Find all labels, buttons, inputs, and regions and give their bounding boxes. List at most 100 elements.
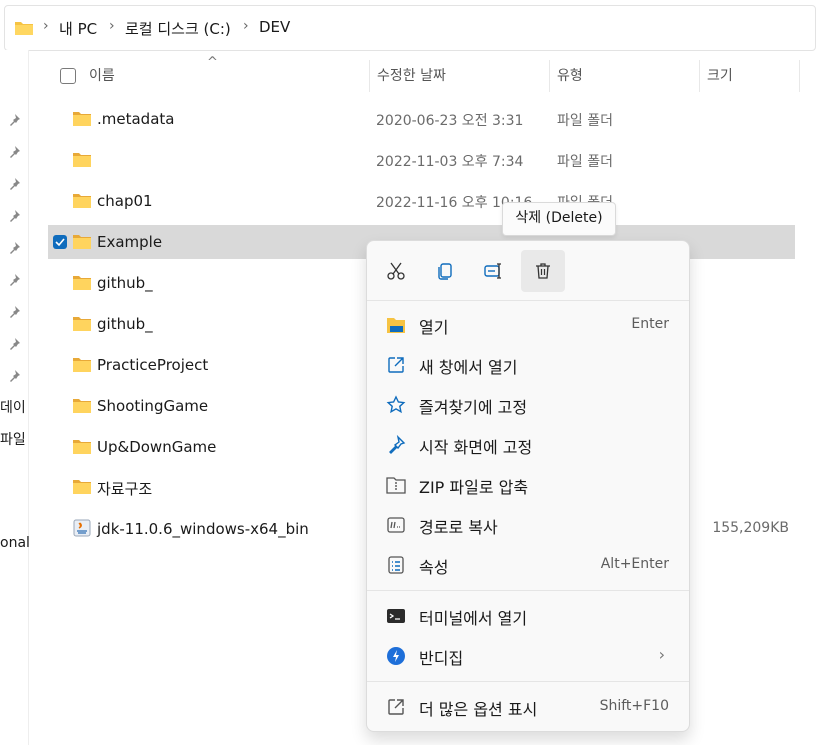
menu-divider (367, 590, 689, 591)
breadcrumb-local-disk[interactable]: 로컬 디스크 (C:) (125, 18, 231, 39)
column-divider[interactable] (369, 60, 370, 92)
menu-divider (367, 681, 689, 682)
column-header-type[interactable]: 유형 (557, 60, 583, 92)
menu-item-open-terminal[interactable]: 터미널에서 열기 (371, 596, 685, 634)
file-name: 자료구조 (97, 480, 153, 498)
file-date: 2022-11-03 오후 7:34 (376, 154, 524, 170)
nav-item-label[interactable]: 데이 (0, 397, 26, 417)
star-icon (386, 395, 406, 414)
terminal-icon (387, 609, 405, 623)
folder-icon (15, 22, 33, 35)
pin-icon (10, 178, 20, 190)
file-name: Up&DownGame (97, 438, 217, 456)
menu-item-pin-start[interactable]: 시작 화면에 고정 (371, 425, 685, 463)
pin-icon (10, 338, 20, 350)
external-link-icon (388, 357, 404, 373)
file-name: jdk-11.0.6_windows-x64_bin (97, 520, 309, 538)
menu-item-label: 터미널에서 열기 (419, 609, 528, 628)
bandizip-icon (387, 647, 405, 665)
breadcrumb-this-pc[interactable]: 내 PC (59, 18, 97, 39)
rename-button[interactable] (472, 250, 516, 292)
breadcrumb-dev[interactable]: DEV (259, 18, 290, 36)
folder-icon (73, 480, 91, 494)
folder-icon (73, 317, 91, 331)
delete-tooltip: 삭제 (Delete) (502, 202, 616, 236)
folder-open-icon (387, 318, 405, 333)
folder-icon (73, 194, 91, 208)
menu-item-label: 시작 화면에 고정 (419, 438, 533, 457)
cut-button[interactable] (374, 250, 418, 292)
file-name: chap01 (97, 192, 153, 210)
delete-button[interactable] (521, 250, 565, 292)
pin-icon (10, 370, 20, 382)
menu-item-label: 즐겨찾기에 고정 (419, 398, 528, 417)
breadcrumb-separator: › (43, 18, 49, 34)
menu-item-shortcut: Alt+Enter (600, 556, 669, 572)
pin-icon (10, 274, 20, 286)
menu-item-copy-path[interactable]: 경로로 복사 (371, 505, 685, 543)
file-date: 2020-06-23 오전 3:31 (376, 113, 524, 129)
column-header-name[interactable]: 이름 (89, 60, 115, 92)
menu-item-label: 속성 (419, 558, 449, 577)
menu-item-open-new-window[interactable]: 새 창에서 열기 (371, 345, 685, 383)
menu-item-zip[interactable]: ZIP 파일로 압축 (371, 465, 685, 503)
file-row[interactable]: .metadata 2020-06-23 오전 3:31 파일 폴더 (48, 102, 795, 136)
menu-item-open[interactable]: 열기 Enter (371, 305, 685, 343)
menu-item-label: 반디집 (419, 649, 464, 668)
zip-icon (386, 477, 406, 494)
column-divider[interactable] (549, 60, 550, 92)
file-type: 파일 폴더 (557, 113, 613, 129)
breadcrumb-separator: › (243, 18, 249, 34)
column-divider[interactable] (699, 60, 700, 92)
menu-item-properties[interactable]: 속성 Alt+Enter (371, 545, 685, 583)
pin-icon (10, 114, 20, 126)
copy-button[interactable] (423, 250, 467, 292)
context-menu[interactable]: 열기 Enter 새 창에서 열기 즐겨찾기에 고정 시작 화면에 고정 ZIP… (366, 240, 690, 732)
column-header-size[interactable]: 크기 (707, 60, 733, 92)
menu-item-label: ZIP 파일로 압축 (419, 478, 529, 497)
pin-icon (10, 306, 20, 318)
select-all-checkbox[interactable] (60, 68, 76, 84)
menu-item-bandizip[interactable]: 반디집 › (371, 636, 685, 674)
menu-item-shortcut: Enter (631, 316, 669, 332)
breadcrumb-separator: › (109, 18, 115, 34)
file-name: .metadata (97, 110, 175, 128)
menu-item-more-options[interactable]: 더 많은 옵션 표시 Shift+F10 (371, 687, 685, 725)
pin-icon (10, 242, 20, 254)
folder-icon (73, 358, 91, 372)
folder-icon (73, 399, 91, 413)
scissors-icon (387, 262, 405, 280)
file-row[interactable]: 2022-11-03 오후 7:34 파일 폴더 (48, 143, 795, 177)
rename-icon (484, 263, 501, 279)
file-size: 155,209KB (712, 520, 789, 536)
file-name: Example (97, 233, 163, 251)
file-name: github_ (97, 315, 153, 333)
sort-ascending-icon: ^ (207, 55, 218, 70)
pin-icon (10, 146, 20, 158)
properties-icon (388, 556, 404, 574)
folder-icon (73, 153, 91, 167)
copy-icon (438, 263, 452, 280)
checkbox-checked-icon[interactable] (53, 235, 67, 249)
java-installer-icon (73, 519, 91, 537)
menu-item-label: 새 창에서 열기 (419, 358, 518, 377)
copy-path-icon (387, 517, 405, 533)
folder-icon (73, 276, 91, 290)
pin-icon (10, 210, 20, 222)
folder-icon (73, 112, 91, 126)
file-name: ShootingGame (97, 397, 209, 415)
menu-item-label: 더 많은 옵션 표시 (419, 700, 538, 719)
file-name: PracticeProject (97, 356, 209, 374)
file-row[interactable]: chap01 2022-11-16 오후 10:16 파일 폴더 (48, 184, 795, 218)
column-header-date[interactable]: 수정한 날짜 (377, 60, 446, 92)
more-options-icon (388, 699, 404, 715)
nav-item-label[interactable]: 파일 (0, 429, 26, 449)
trash-icon (536, 263, 550, 279)
folder-icon (73, 235, 91, 249)
chevron-right-icon: › (658, 645, 665, 664)
menu-item-shortcut: Shift+F10 (599, 698, 669, 714)
address-bar[interactable]: › 내 PC › 로컬 디스크 (C:) › DEV (4, 5, 816, 51)
nav-item-label[interactable]: onal (0, 535, 30, 551)
column-divider[interactable] (799, 60, 800, 92)
menu-item-pin-favorites[interactable]: 즐겨찾기에 고정 (371, 385, 685, 423)
